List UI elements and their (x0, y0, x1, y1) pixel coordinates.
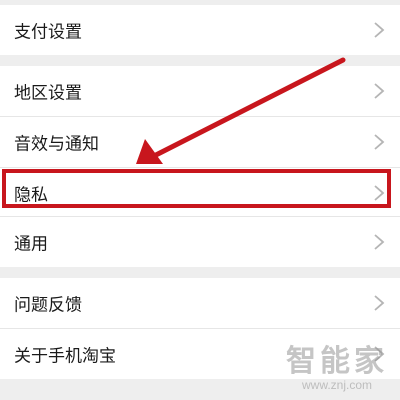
settings-item-label: 关于手机淘宝 (14, 346, 116, 367)
settings-item-general[interactable]: 通用 (0, 217, 400, 267)
settings-item-about[interactable]: 关于手机淘宝 (0, 329, 400, 379)
chevron-right-icon (374, 134, 385, 150)
settings-item-label: 支付设置 (14, 22, 82, 43)
settings-item-sound-notification[interactable]: 音效与通知 (0, 117, 400, 167)
settings-item-label: 通用 (14, 234, 48, 255)
settings-item-label: 问题反馈 (14, 295, 82, 316)
settings-list: 支付设置 地区设置 音效与通知 隐私 通用 问题反馈 关于手机淘宝 (0, 0, 400, 400)
settings-item-label: 地区设置 (14, 83, 82, 104)
settings-item-feedback[interactable]: 问题反馈 (0, 278, 400, 328)
chevron-right-icon (374, 346, 385, 362)
chevron-right-icon (374, 295, 385, 311)
chevron-right-icon (374, 185, 385, 201)
settings-item-label: 隐私 (14, 185, 48, 206)
settings-item-label: 音效与通知 (14, 134, 99, 155)
chevron-right-icon (374, 83, 385, 99)
settings-item-payment[interactable]: 支付设置 (0, 5, 400, 55)
settings-item-privacy[interactable]: 隐私 (0, 168, 400, 218)
settings-item-region[interactable]: 地区设置 (0, 66, 400, 116)
chevron-right-icon (374, 22, 385, 38)
chevron-right-icon (374, 234, 385, 250)
